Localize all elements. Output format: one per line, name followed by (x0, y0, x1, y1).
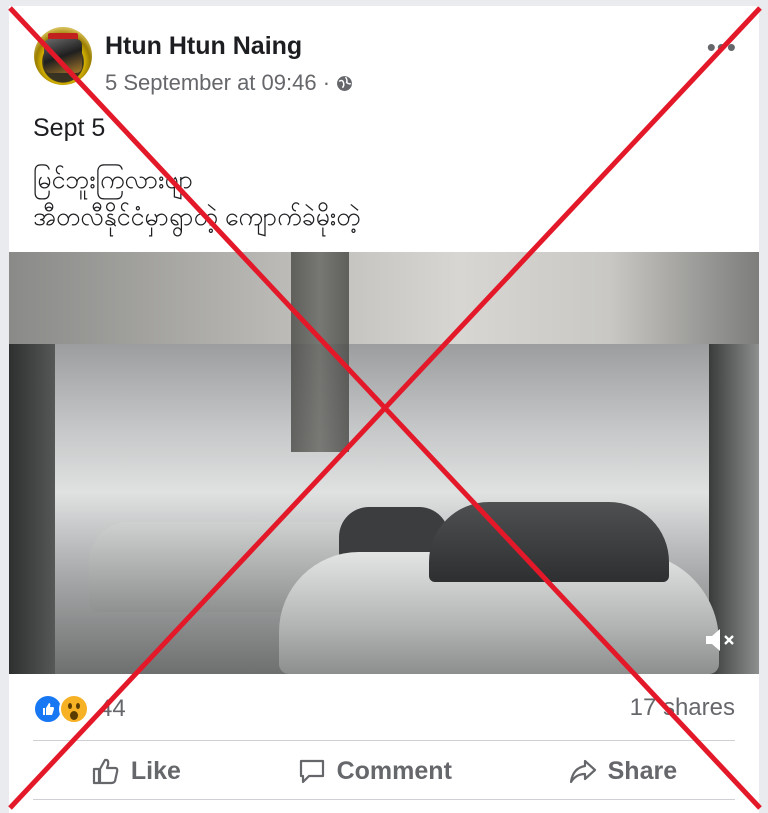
like-label: Like (130, 756, 181, 785)
comment-label: Comment (336, 756, 452, 785)
video-wall-left (9, 344, 55, 674)
like-button[interactable]: Like (91, 756, 181, 786)
video-pillar (291, 252, 349, 452)
author-name[interactable]: Htun Htun Naing (105, 32, 302, 61)
action-bar: Like Comment Share (33, 751, 735, 791)
reactions-summary[interactable]: 44 (33, 694, 126, 724)
facebook-post: Htun Htun Naing 5 September at 09:46 · •… (9, 6, 759, 813)
thumbs-up-icon (92, 758, 119, 785)
post-text-line-1: Sept 5 (33, 114, 106, 142)
share-button[interactable]: Share (568, 756, 677, 786)
share-arrow-icon (569, 759, 596, 784)
share-count[interactable]: 17 shares (630, 694, 735, 722)
post-meta: 5 September at 09:46 · (105, 70, 353, 96)
globe-icon (337, 75, 352, 91)
post-timestamp[interactable]: 5 September at 09:46 · (105, 70, 330, 96)
post-text-line-3: အီတလီနိုင်ငံမှာရွာတဲ့ ကျောက်ခဲမိုးတဲ့ (33, 203, 361, 231)
share-label: Share (607, 756, 678, 785)
video-player[interactable] (9, 252, 759, 674)
wow-reaction-icon (59, 694, 89, 724)
more-options-icon[interactable]: ••• (707, 32, 737, 63)
video-car-right-window (429, 502, 669, 582)
video-upper-frame (9, 252, 759, 344)
author-avatar[interactable] (34, 27, 92, 85)
divider (33, 799, 735, 800)
post-text-line-2: မြင်ဘူးကြလားဗျာ (33, 166, 194, 194)
reaction-count: 44 (99, 695, 126, 722)
comment-icon (299, 759, 324, 784)
speaker-muted-icon[interactable] (703, 626, 737, 654)
avatar-image (44, 39, 82, 73)
comment-button[interactable]: Comment (297, 756, 452, 786)
divider (33, 740, 735, 741)
